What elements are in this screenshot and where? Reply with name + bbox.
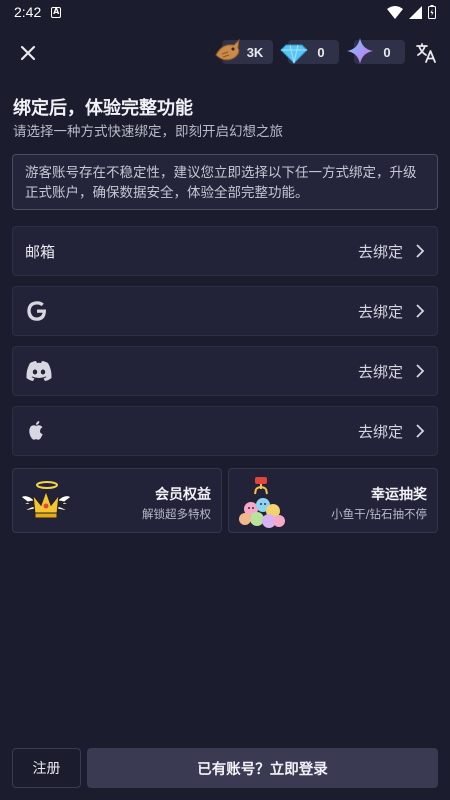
status-time: 2:42 xyxy=(14,4,42,20)
translate-icon xyxy=(416,43,436,63)
apple-icon xyxy=(29,421,43,440)
signal-icon xyxy=(409,5,422,19)
bind-discord-row[interactable]: 去绑定 xyxy=(12,346,438,396)
currency-value-star: 0 xyxy=(383,44,391,60)
wifi-icon xyxy=(387,5,403,19)
page-title: 绑定后，体验完整功能 xyxy=(13,98,193,119)
bind-email-label: 邮箱 xyxy=(25,242,56,261)
discord-icon xyxy=(26,361,52,381)
bind-google-row[interactable]: 去绑定 xyxy=(12,286,438,336)
lucky-draw-title: 幸运抽奖 xyxy=(371,487,427,503)
claw-machine-plush-icon xyxy=(239,477,285,528)
currency-diamond[interactable]: 0 xyxy=(280,40,339,64)
chevron-right-icon xyxy=(416,364,425,378)
lucky-draw-card[interactable]: 幸运抽奖 小鱼干/钻石抽不停 xyxy=(228,468,438,533)
bind-email-row[interactable]: 邮箱 去绑定 xyxy=(12,226,438,276)
bind-apple-action: 去绑定 xyxy=(357,422,403,441)
lucky-draw-desc: 小鱼干/钻石抽不停 xyxy=(331,507,427,521)
chevron-right-icon xyxy=(416,244,425,258)
login-button[interactable]: 已有账号？立即登录 xyxy=(87,748,438,788)
chevron-right-icon xyxy=(416,424,425,438)
bind-google-action: 去绑定 xyxy=(357,302,403,321)
currency-value-fish: 3K xyxy=(246,44,264,60)
membership-benefits-card[interactable]: 会员权益 解锁超多特权 xyxy=(12,468,222,533)
winged-crown-icon xyxy=(20,481,72,519)
bind-apple-row[interactable]: 去绑定 xyxy=(12,406,438,456)
bottom-bar: 注册 已有账号？立即登录 xyxy=(0,748,450,788)
a-notification-icon: A xyxy=(51,6,62,18)
chevron-right-icon xyxy=(416,304,425,318)
page-subtitle: 请选择一种方式快速绑定，即刻开启幻想之旅 xyxy=(13,124,283,140)
close-button[interactable] xyxy=(16,41,40,65)
close-icon xyxy=(20,45,36,61)
membership-benefits-desc: 解锁超多特权 xyxy=(142,507,211,521)
translate-button[interactable] xyxy=(414,41,438,65)
top-bar: 3K 0 0 xyxy=(0,36,450,70)
membership-benefits-title: 会员权益 xyxy=(155,487,211,503)
currency-star[interactable]: 0 xyxy=(347,38,405,64)
currency-fish[interactable]: 3K xyxy=(215,38,273,64)
guest-account-notice: 游客账号存在不稳定性，建议您立即选择以下任一方式绑定，升级正式账户，确保数据安全… xyxy=(12,154,438,210)
battery-icon xyxy=(428,5,436,19)
currency-value-diamond: 0 xyxy=(317,44,325,60)
status-icons xyxy=(387,5,436,19)
bind-discord-action: 去绑定 xyxy=(357,362,403,381)
google-icon xyxy=(27,301,47,321)
register-button[interactable]: 注册 xyxy=(12,748,81,788)
bind-email-action: 去绑定 xyxy=(357,242,403,261)
status-bar: 2:42 A xyxy=(0,0,450,24)
